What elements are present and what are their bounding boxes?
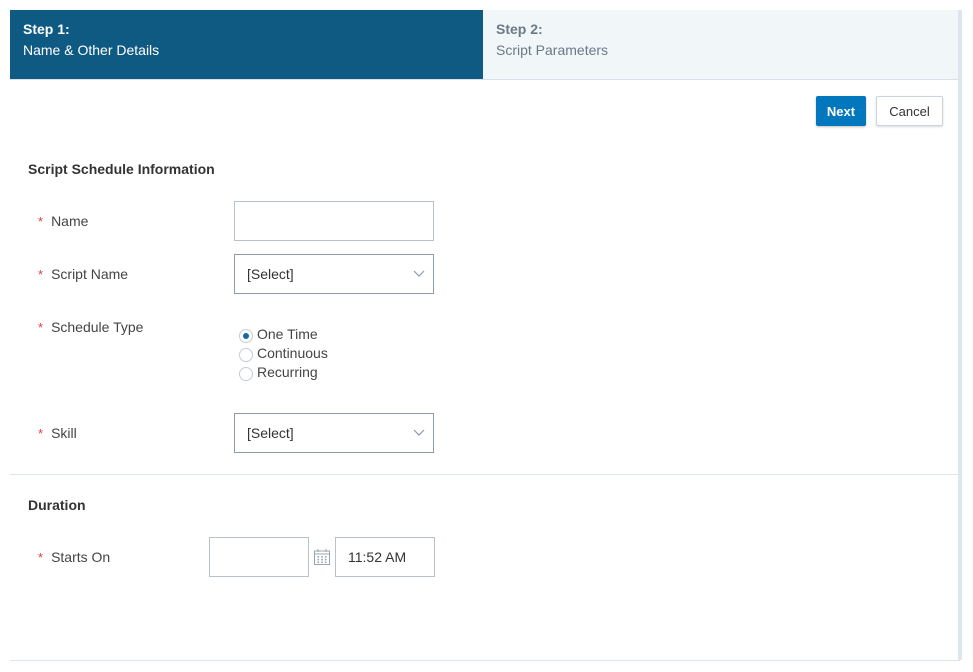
next-button[interactable]: Next <box>816 96 866 126</box>
cancel-button[interactable]: Cancel <box>876 96 943 126</box>
script-name-select[interactable]: [Select] <box>234 254 434 294</box>
duration-section-title: Duration <box>28 497 86 513</box>
schedule-type-label: * Schedule Type <box>38 319 143 335</box>
step-1-label: Name & Other Details <box>23 42 160 58</box>
radio-continuous[interactable]: Continuous <box>239 343 328 362</box>
name-label: * Name <box>38 213 88 229</box>
step-2-tab[interactable]: Step 2: Script Parameters <box>483 10 960 79</box>
required-marker: * <box>38 426 44 441</box>
starts-on-label-text: Starts On <box>51 549 111 565</box>
required-marker: * <box>38 214 44 229</box>
radio-one-time-label: One Time <box>257 325 318 342</box>
required-marker: * <box>38 267 44 282</box>
calendar-icon[interactable] <box>313 548 331 566</box>
radio-recurring[interactable]: Recurring <box>239 362 328 381</box>
chevron-down-icon <box>413 270 425 277</box>
skill-select[interactable]: [Select] <box>234 413 434 453</box>
radio-selected-icon[interactable] <box>239 328 253 343</box>
step-1-tab[interactable]: Step 1: Name & Other Details <box>10 10 483 79</box>
required-marker: * <box>38 550 44 565</box>
skill-label: * Skill <box>38 425 77 441</box>
skill-value: [Select] <box>247 425 294 441</box>
radio-one-time[interactable]: One Time <box>239 324 328 343</box>
wizard-panel: Step 1: Name & Other Details Step 2: Scr… <box>10 10 960 661</box>
section-divider <box>10 474 960 475</box>
radio-recurring-label: Recurring <box>257 363 318 380</box>
skill-label-text: Skill <box>51 425 77 441</box>
script-name-label: * Script Name <box>38 266 128 282</box>
name-input[interactable] <box>234 201 434 241</box>
wizard-steps: Step 1: Name & Other Details Step 2: Scr… <box>10 10 960 80</box>
step-2-label: Script Parameters <box>496 42 609 58</box>
radio-unselected-icon[interactable] <box>239 366 253 381</box>
starts-on-label: * Starts On <box>38 549 110 565</box>
script-name-value: [Select] <box>247 266 294 282</box>
script-name-label-text: Script Name <box>51 266 129 282</box>
scrollbar-track[interactable] <box>958 10 962 660</box>
start-date-input[interactable] <box>209 537 309 577</box>
chevron-down-icon <box>413 429 425 436</box>
step-2-number: Step 2: <box>496 21 543 37</box>
step-1-number: Step 1: <box>23 21 70 37</box>
required-marker: * <box>38 320 44 335</box>
start-time-input[interactable]: 11:52 AM <box>335 537 435 577</box>
radio-continuous-label: Continuous <box>257 344 328 361</box>
schedule-type-radio-group: One Time Continuous Recurring <box>239 324 328 381</box>
schedule-section-title: Script Schedule Information <box>28 161 215 177</box>
name-label-text: Name <box>51 213 89 229</box>
radio-unselected-icon[interactable] <box>239 347 253 362</box>
schedule-type-label-text: Schedule Type <box>51 319 144 335</box>
